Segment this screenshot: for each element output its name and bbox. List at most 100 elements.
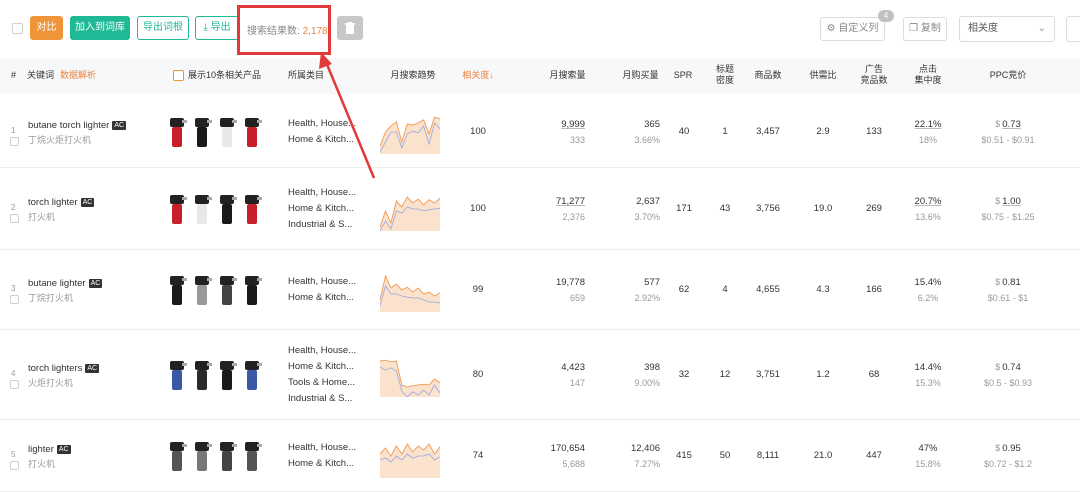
trend-chart[interactable] [380,110,440,154]
header-monthly-search[interactable]: 月搜索量 [545,70,590,81]
sort-select[interactable]: 相关度 ⌄ [959,16,1055,42]
product-thumbnail-icon[interactable] [190,192,214,226]
row-checkbox[interactable] [10,137,19,146]
click-concentration-value[interactable]: 15.4% [905,277,951,288]
select-all-checkbox[interactable] [12,23,23,34]
keyword-text[interactable]: butane lighter [28,278,86,289]
compare-button[interactable]: 对比 [30,16,63,40]
product-thumbnail-icon[interactable] [165,192,189,226]
monthly-search-value[interactable]: 19,778 [530,277,585,288]
ppc-value[interactable]: 1.00 [1002,196,1021,207]
category-item[interactable]: Health, House... [288,440,356,456]
header-ad-products[interactable]: 广告 竞品数 [856,64,892,86]
ppc-range: $0.51 - $0.91 [981,135,1035,145]
monthly-purchase-value: 398 [644,362,660,373]
category-item[interactable]: Health, House... [288,185,356,201]
header-title-density[interactable]: 标题 密度 [712,64,738,86]
product-thumbnail-icon[interactable] [190,358,214,392]
monthly-search-value[interactable]: 170,654 [530,443,585,454]
product-thumbnail-icon[interactable] [165,115,189,149]
click-concentration-value[interactable]: 22.1% [905,119,951,130]
category-item[interactable]: Health, House... [288,274,356,290]
category-item[interactable]: Home & Kitch... [288,290,356,306]
header-monthly-purchase[interactable]: 月购买量 [618,70,663,81]
product-thumbnail-icon[interactable] [190,439,214,473]
table-row[interactable]: 4 torch lighters AC 火炬打火机 Health, House... Ho… [0,330,1080,420]
trend-chart[interactable] [380,353,440,397]
header-click-concentration[interactable]: 点击 集中度 [910,64,946,86]
ppc-value[interactable]: 0.95 [1002,443,1021,454]
trend-chart[interactable] [380,434,440,478]
table-row[interactable]: 2 torch lighter AC 打火机 Health, House... Home … [0,168,1080,250]
category-item[interactable]: Home & Kitch... [288,359,356,375]
delete-button[interactable] [337,16,363,40]
row-checkbox[interactable] [10,380,19,389]
monthly-search-value[interactable]: 4,423 [530,362,585,373]
keyword-text[interactable]: torch lighters [28,363,82,374]
data-analysis-link[interactable]: 数据解析 [60,70,96,80]
product-thumbnail-icon[interactable] [165,439,189,473]
row-checkbox[interactable] [10,295,19,304]
monthly-purchase-value: 12,406 [630,443,660,454]
category-item[interactable]: Home & Kitch... [288,201,356,217]
product-thumbnail-icon[interactable] [240,273,264,307]
add-to-root-button[interactable]: 加入到词库 [70,16,130,40]
table-row[interactable]: 3 butane lighter AC 丁烷打火机 Health, House... Ho… [0,250,1080,330]
product-thumbnail-icon[interactable] [165,273,189,307]
export-root-button[interactable]: 导出词根 [137,16,189,40]
table-row[interactable]: 5 lighter AC 打火机 Health, House... Home & Kitc… [0,420,1080,492]
purchase-rate: 7.27% [634,459,660,469]
category-item[interactable]: Home & Kitch... [288,456,356,472]
product-thumbnail-icon[interactable] [165,358,189,392]
category-item[interactable]: Health, House... [288,116,356,132]
header-product-count[interactable]: 商品数 [750,70,786,81]
product-thumbnail-icon[interactable] [240,192,264,226]
monthly-search-value[interactable]: 71,277 [530,196,585,207]
keyword-text[interactable]: butane torch lighter [28,120,109,131]
category-item[interactable]: Industrial & S... [288,391,356,407]
category-item[interactable]: Industrial & S... [288,217,356,233]
supply-ratio-value: 19.0 [813,203,833,214]
more-button[interactable] [1066,16,1080,42]
product-count-value: 3,756 [756,203,780,214]
show-top10-checkbox[interactable] [173,70,184,81]
click-concentration-value[interactable]: 14.4% [905,362,951,373]
header-relevance[interactable]: 相关度↓ [458,70,498,81]
product-thumbnail-icon[interactable] [240,439,264,473]
header-spr[interactable]: SPR [670,70,696,81]
table-row[interactable]: 1 butane torch lighter AC 丁烷火炬打火机 Health, Ho… [0,96,1080,168]
category-item[interactable]: Home & Kitch... [288,132,356,148]
keyword-text[interactable]: lighter [28,444,54,455]
product-thumbnail-icon[interactable] [215,439,239,473]
category-item[interactable]: Health, House... [288,343,356,359]
row-checkbox[interactable] [10,461,19,470]
copy-button[interactable]: ❐ 复制 [903,17,947,41]
row-checkbox[interactable] [10,214,19,223]
ppc-value[interactable]: 0.81 [1002,277,1021,288]
ppc-cell: $0.81 $0.61 - $1 [970,277,1046,303]
ppc-value[interactable]: 0.74 [1002,362,1021,373]
header-supply-ratio[interactable]: 供需比 [805,70,841,81]
trend-chart[interactable] [380,187,440,231]
product-thumbnail-icon[interactable] [190,273,214,307]
product-thumbnail-icon[interactable] [240,115,264,149]
monthly-search-value[interactable]: 9,999 [530,119,585,130]
click-concentration-value[interactable]: 47% [905,443,951,454]
product-thumbnail-icon[interactable] [215,192,239,226]
product-thumbnail-icon[interactable] [215,358,239,392]
header-ppc[interactable]: PPC竞价 [978,70,1038,81]
trend-chart[interactable] [380,268,440,312]
custom-columns-button[interactable]: ⚙ 自定义列 [820,17,885,41]
click-concentration-value[interactable]: 20.7% [905,196,951,207]
product-thumbnail-icon[interactable] [240,358,264,392]
export-button[interactable]: ⤓ 导出 [195,16,239,40]
product-thumbnail-icon[interactable] [190,115,214,149]
ppc-value[interactable]: 0.73 [1002,119,1021,130]
monthly-purchase-value: 577 [644,277,660,288]
ad-products-value: 269 [866,203,882,214]
category-item[interactable]: Tools & Home... [288,375,356,391]
product-thumbnail-icon[interactable] [215,115,239,149]
product-thumbnail-icon[interactable] [215,273,239,307]
click-concentration-sub: 18% [918,135,937,145]
keyword-text[interactable]: torch lighter [28,197,78,208]
